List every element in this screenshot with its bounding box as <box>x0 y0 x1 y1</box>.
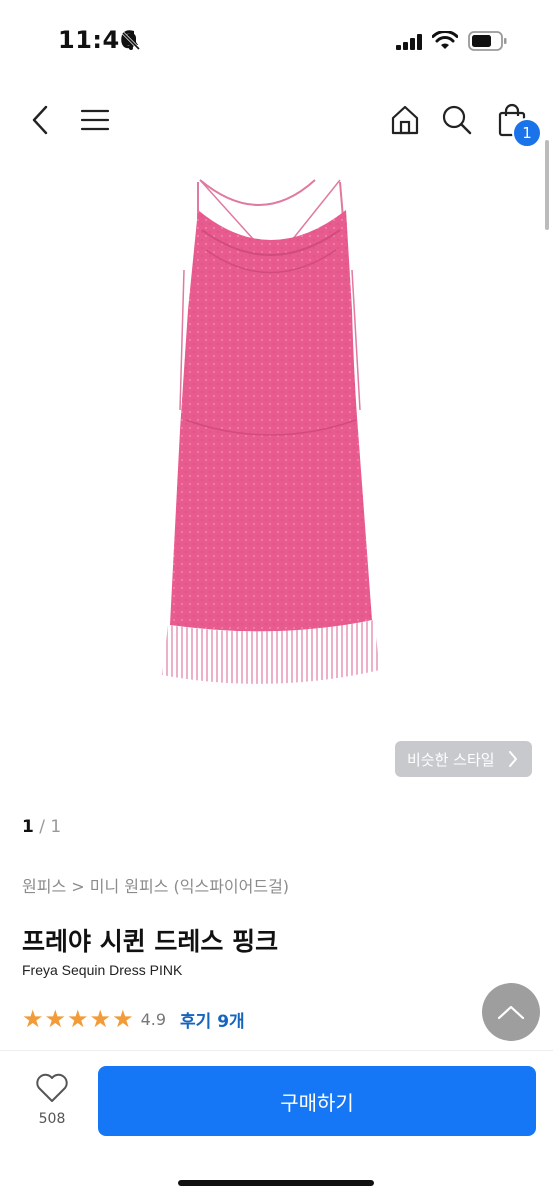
product-title: 프레야 시퀸 드레스 핑크 <box>22 927 279 956</box>
star-icon: ★ <box>112 1005 134 1033</box>
home-icon <box>391 105 419 135</box>
product-subtitle: Freya Sequin Dress PINK <box>22 962 183 978</box>
scrollbar[interactable] <box>545 140 549 230</box>
chevron-up-icon <box>497 1005 525 1020</box>
home-indicator <box>178 1180 374 1186</box>
chevron-left-icon <box>32 105 48 135</box>
similar-style-label: 비슷한 스타일 <box>407 750 495 769</box>
search-button[interactable] <box>432 90 482 150</box>
top-nav <box>0 90 553 150</box>
menu-button[interactable] <box>70 90 120 150</box>
wifi-icon <box>432 31 458 49</box>
search-icon <box>442 105 472 135</box>
status-bar: 11:46 <box>0 0 553 80</box>
heart-icon <box>36 1073 68 1102</box>
rating-value: 4.9 <box>140 1009 167 1029</box>
hamburger-menu-icon <box>80 109 110 131</box>
cart-count-badge: 1 <box>512 118 542 148</box>
rating-row: ★ ★ ★ ★ ★ 4.9 후기 9개 <box>22 1005 245 1033</box>
pager-total: 1 <box>50 817 62 837</box>
star-icon: ★ <box>44 1005 67 1033</box>
like-count: 508 <box>38 1111 66 1127</box>
similar-style-button[interactable]: 비슷한 스타일 <box>395 741 532 777</box>
star-icon: ★ <box>22 1005 44 1033</box>
battery-icon <box>468 31 507 51</box>
star-icon: ★ <box>89 1005 112 1033</box>
breadcrumb[interactable]: 원피스 > 미니 원피스 (익스파이어드걸) <box>22 873 289 897</box>
scroll-to-top-button[interactable] <box>482 983 540 1041</box>
chevron-right-icon <box>509 751 517 767</box>
star-icon: ★ <box>67 1005 89 1033</box>
signal-icon <box>396 34 422 50</box>
pager-current: 1 <box>22 817 34 837</box>
back-button[interactable] <box>15 90 65 150</box>
like-button[interactable]: 508 <box>22 1073 82 1133</box>
star-rating: ★ ★ ★ ★ ★ <box>22 1005 135 1033</box>
review-link[interactable]: 후기 9개 <box>180 1007 245 1032</box>
pager-separator: / <box>39 817 51 837</box>
bell-muted-icon <box>121 31 141 51</box>
home-button[interactable] <box>380 90 430 150</box>
product-image[interactable] <box>140 170 400 710</box>
image-pager: 1 / 1 <box>22 817 61 837</box>
buy-button[interactable]: 구매하기 <box>98 1066 536 1136</box>
